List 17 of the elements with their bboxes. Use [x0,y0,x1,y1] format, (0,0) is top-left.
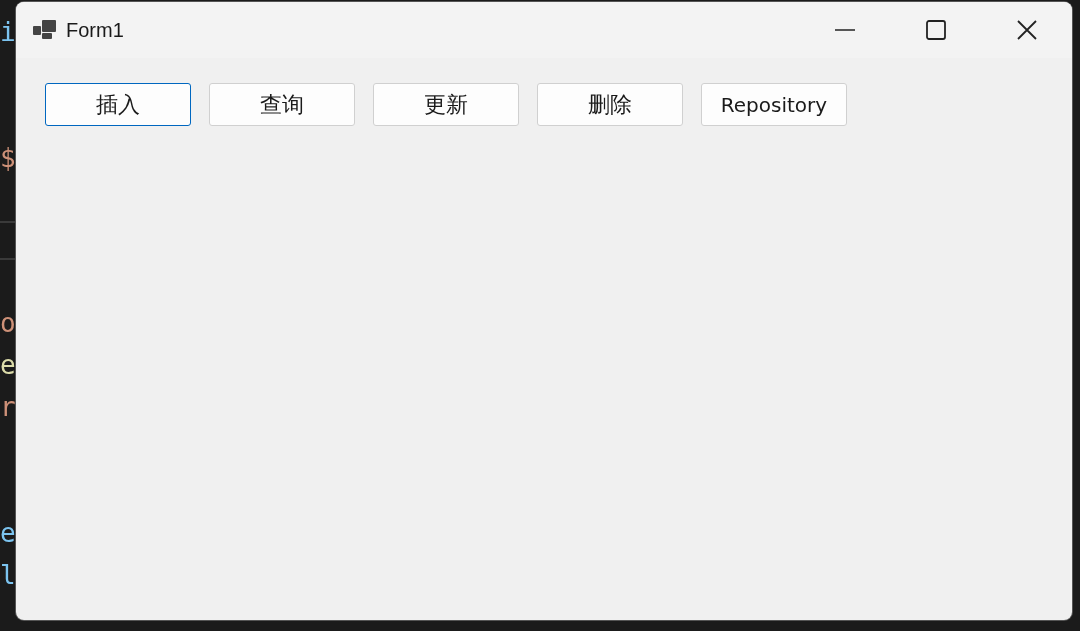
form-button[interactable]: 插入 [45,83,191,126]
code-text: $ [0,143,16,173]
form-button[interactable]: 查询 [209,83,355,126]
window-title: Form1 [66,18,124,42]
form-button[interactable]: 删除 [537,83,683,126]
form-button[interactable]: Repository [701,83,847,126]
code-text: i [0,17,16,47]
form-button[interactable]: 更新 [373,83,519,126]
code-text: r [0,392,16,422]
close-icon [1016,20,1037,40]
minimize-icon [834,29,855,31]
app-icon [33,20,57,40]
code-text: l [0,560,16,590]
maximize-icon [925,20,946,40]
code-text: o [0,308,16,338]
code-text: e [0,350,16,380]
code-text: e [0,518,16,548]
